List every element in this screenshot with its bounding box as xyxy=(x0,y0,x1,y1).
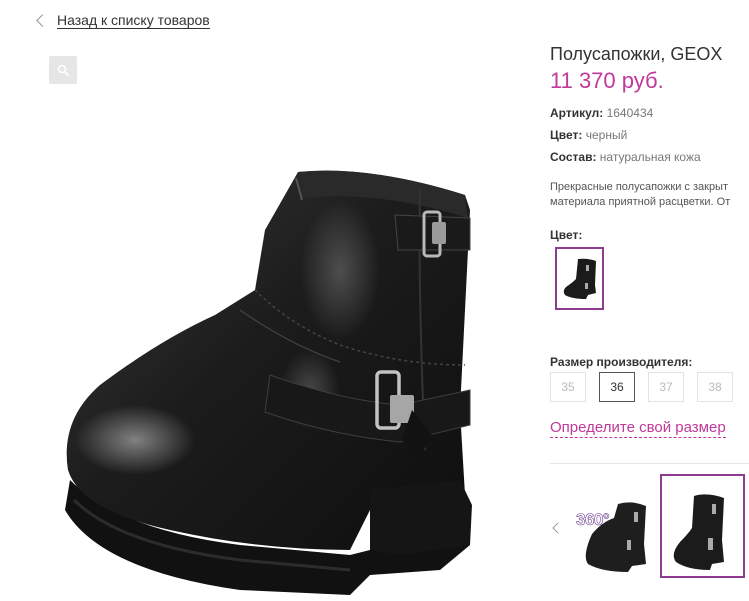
attribute-color: Цвет: черный xyxy=(550,128,627,142)
boot-thumbnail xyxy=(673,494,724,570)
size-option-37[interactable]: 37 xyxy=(648,372,684,402)
size-option-35[interactable]: 35 xyxy=(550,372,586,402)
thumbnail-360-view[interactable]: 360° xyxy=(572,474,657,578)
description-line: материала приятной расцветки. От xyxy=(550,196,731,208)
description-line: Прекрасные полусапожки с закрыт xyxy=(550,181,729,193)
boot-thumbnail xyxy=(563,258,596,299)
product-info-panel: Полусапожки, GEOX 11 370 руб. Артикул: 1… xyxy=(550,0,749,601)
attribute-value: 1640434 xyxy=(606,106,654,120)
color-label: Цвет: xyxy=(550,228,583,242)
back-to-list-link[interactable]: Назад к списку товаров xyxy=(36,10,210,30)
size-option-38[interactable]: 38 xyxy=(697,372,733,402)
product-main-image[interactable] xyxy=(40,150,510,600)
product-price: 11 370 руб. xyxy=(550,68,664,93)
thumbnail-front-view[interactable] xyxy=(660,474,745,578)
divider xyxy=(550,463,749,464)
attribute-composition: Состав: натуральная кожа xyxy=(550,150,701,164)
size-option-36[interactable]: 36 xyxy=(599,372,635,402)
attribute-article: Артикул: 1640434 xyxy=(550,106,653,120)
size-label: Размер производителя: xyxy=(550,355,693,369)
search-icon xyxy=(57,64,69,76)
thumbnails-prev-button[interactable] xyxy=(550,520,564,536)
color-swatch-black[interactable] xyxy=(555,247,604,310)
product-description: Прекрасные полусапожки с закрыт материал… xyxy=(550,180,730,210)
attribute-value: натуральная кожа xyxy=(599,150,701,164)
attribute-key: Состав: xyxy=(550,150,597,164)
product-title: Полусапожки, GEOX xyxy=(550,44,723,64)
chevron-left-icon xyxy=(36,14,49,27)
attribute-key: Артикул: xyxy=(550,106,604,120)
size-guide-link[interactable]: Определите свой размер xyxy=(550,419,726,438)
360-view-badge: 360° xyxy=(576,510,610,530)
back-link-label: Назад к списку товаров xyxy=(57,11,210,29)
attribute-value: черный xyxy=(585,128,628,142)
attribute-key: Цвет: xyxy=(550,128,583,142)
zoom-button[interactable] xyxy=(49,56,77,84)
size-selector: 35 36 37 38 xyxy=(550,372,746,402)
chevron-left-icon xyxy=(551,522,564,534)
